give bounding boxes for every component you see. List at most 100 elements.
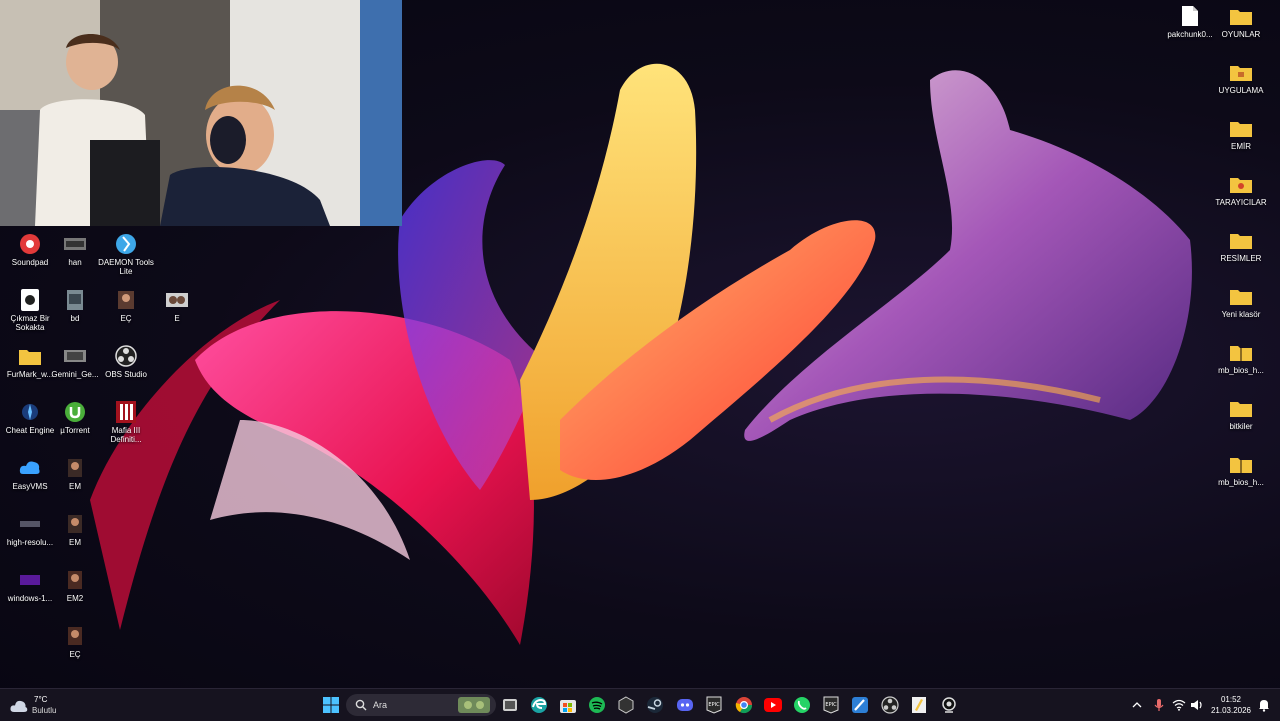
image-file-icon bbox=[68, 627, 82, 645]
desktop-icon-label: pakchunk0... bbox=[1167, 30, 1213, 39]
taskbar-task-view[interactable] bbox=[499, 694, 521, 716]
folder-icon bbox=[1230, 122, 1252, 137]
tray-clock[interactable]: 01:52 21.03.2026 bbox=[1206, 693, 1256, 717]
desktop-icon-label: TARAYICILAR bbox=[1215, 198, 1267, 207]
desktop-icon-label: RESİMLER bbox=[1220, 254, 1262, 263]
taskbar-edge[interactable] bbox=[528, 694, 550, 716]
desktop-icon-label: han bbox=[68, 258, 82, 267]
clock-time: 01:52 bbox=[1220, 695, 1242, 704]
edge-icon bbox=[531, 697, 547, 713]
desktop-icon-mafia-iii[interactable]: Mafia III Definiti... bbox=[96, 396, 156, 452]
desktop-icon-uygulama[interactable]: UYGULAMA bbox=[1211, 56, 1271, 112]
tray-show-hidden[interactable] bbox=[1126, 694, 1148, 716]
image-file-icon bbox=[64, 350, 86, 362]
taskbar-search[interactable]: Ara bbox=[346, 694, 496, 716]
image-file-icon bbox=[20, 521, 40, 527]
tray-microphone[interactable] bbox=[1148, 694, 1170, 716]
cloud-icon bbox=[10, 700, 28, 712]
svg-text:EPIC: EPIC bbox=[708, 702, 720, 708]
discord-icon bbox=[677, 699, 693, 711]
tray-notifications[interactable] bbox=[1253, 694, 1275, 716]
image-file-icon bbox=[67, 290, 83, 310]
desktop-icon-em-2[interactable]: EM bbox=[45, 508, 105, 564]
video-file-icon bbox=[21, 289, 39, 311]
desktop-icon-oyunlar[interactable]: OYUNLAR bbox=[1211, 0, 1271, 56]
image-file-icon bbox=[68, 571, 82, 589]
cube-app-icon bbox=[618, 696, 634, 714]
desktop-icon-emir[interactable]: EMİR bbox=[1211, 112, 1271, 168]
taskbar-spotify[interactable] bbox=[586, 694, 608, 716]
desktop-icon-label: OYUNLAR bbox=[1221, 30, 1261, 39]
desktop-icon-label: Yeni klasör bbox=[1221, 310, 1261, 319]
search-icon bbox=[355, 699, 367, 711]
taskbar-chrome[interactable] bbox=[733, 694, 755, 716]
taskbar-app-cube[interactable] bbox=[615, 694, 637, 716]
taskbar-whatsapp[interactable] bbox=[791, 694, 813, 716]
taskbar-discord[interactable] bbox=[674, 694, 696, 716]
task-view-icon bbox=[503, 699, 517, 711]
taskbar-steam[interactable] bbox=[644, 694, 666, 716]
taskbar-youtube[interactable] bbox=[762, 694, 784, 716]
folder-icon bbox=[1230, 402, 1252, 417]
desktop-icon-label: Gemini_Ge... bbox=[51, 370, 99, 379]
desktop-icon-label: EM bbox=[69, 538, 81, 547]
desktop-icon-label: bitkiler bbox=[1229, 422, 1253, 431]
taskbar-store[interactable] bbox=[557, 694, 579, 716]
taskbar-epic-games[interactable]: EPIC bbox=[703, 694, 725, 716]
desktop-icon-obs-studio[interactable]: OBS Studio bbox=[96, 340, 156, 396]
image-file-icon bbox=[64, 238, 86, 250]
desktop-icon-ec-2[interactable]: EÇ bbox=[45, 620, 105, 676]
daemon-tools-icon bbox=[116, 234, 136, 254]
document-app-icon bbox=[912, 697, 926, 713]
store-icon bbox=[560, 700, 576, 713]
utorrent-icon bbox=[65, 402, 85, 422]
desktop-icon-mb-bios-2[interactable]: mb_bios_h... bbox=[1211, 448, 1271, 504]
search-highlight-icon bbox=[458, 697, 490, 713]
image-file-icon bbox=[20, 575, 40, 585]
desktop-icon-label: Soundpad bbox=[11, 258, 49, 267]
weather-widget[interactable]: 7°C Bulutlu bbox=[10, 693, 70, 717]
desktop-icon-label: EÇ bbox=[120, 314, 132, 323]
desktop-icon-yeni-klasor[interactable]: Yeni klasör bbox=[1211, 280, 1271, 336]
desktop-icon-label: EM2 bbox=[66, 594, 84, 603]
desktop-icon-em[interactable]: EM bbox=[45, 452, 105, 508]
epic-games-icon: EPIC bbox=[823, 696, 839, 714]
youtube-icon bbox=[764, 698, 782, 712]
folder-icon bbox=[1230, 178, 1252, 193]
tray-volume[interactable] bbox=[1186, 694, 1208, 716]
desktop-icon-mb-bios-1[interactable]: mb_bios_h... bbox=[1211, 336, 1271, 392]
desktop-icon-label: µTorrent bbox=[60, 426, 90, 435]
clock-date: 21.03.2026 bbox=[1210, 706, 1252, 715]
desktop-icon-e[interactable]: E bbox=[147, 284, 207, 340]
camera-app-icon bbox=[942, 697, 956, 713]
microphone-icon bbox=[1154, 699, 1164, 711]
desktop-icon-em2[interactable]: EM2 bbox=[45, 564, 105, 620]
image-file-icon bbox=[118, 291, 134, 309]
desktop-icon-daemon-tools[interactable]: DAEMON Tools Lite bbox=[96, 228, 156, 284]
whatsapp-icon bbox=[794, 697, 810, 713]
weather-temperature: 7°C bbox=[34, 695, 48, 704]
folder-icon bbox=[1230, 66, 1252, 81]
folder-icon bbox=[1230, 290, 1252, 305]
desktop-icon-tarayicilar[interactable]: TARAYICILAR bbox=[1211, 168, 1271, 224]
desktop-icon-label: EÇ bbox=[69, 650, 81, 659]
soundpad-icon bbox=[20, 234, 40, 254]
zip-folder-icon bbox=[1230, 346, 1252, 361]
folder-icon bbox=[1230, 10, 1252, 25]
taskbar-epic-games-2[interactable]: EPIC bbox=[820, 694, 842, 716]
taskbar-paint[interactable] bbox=[849, 694, 871, 716]
taskbar-file-app[interactable] bbox=[908, 694, 930, 716]
desktop-icon-label: E bbox=[174, 314, 180, 323]
desktop-icon-bitkiler[interactable]: bitkiler bbox=[1211, 392, 1271, 448]
start-button[interactable] bbox=[320, 694, 342, 716]
image-file-icon bbox=[166, 293, 188, 307]
wifi-icon bbox=[1172, 699, 1186, 711]
weather-description: Bulutlu bbox=[32, 706, 57, 715]
image-file-icon bbox=[68, 459, 82, 477]
taskbar-camera-app[interactable] bbox=[938, 694, 960, 716]
desktop-icon-resimler[interactable]: RESİMLER bbox=[1211, 224, 1271, 280]
chevron-up-icon bbox=[1132, 702, 1142, 708]
easyvms-icon bbox=[19, 461, 40, 474]
taskbar-obs[interactable] bbox=[879, 694, 901, 716]
desktop-icon-label: EM bbox=[69, 482, 81, 491]
